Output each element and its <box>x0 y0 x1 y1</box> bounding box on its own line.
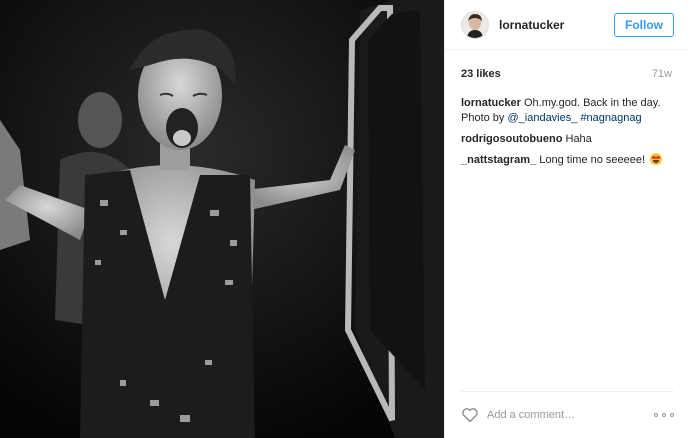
comment-footer <box>461 391 674 438</box>
post-meta: 23 likes 71w <box>461 68 672 80</box>
heart-icon[interactable] <box>461 407 479 423</box>
avatar[interactable] <box>461 10 489 39</box>
more-options-icon[interactable] <box>654 410 674 420</box>
post-header: lornatucker Follow <box>445 0 688 50</box>
heart-eyes-emoji-icon <box>650 153 663 165</box>
follow-button[interactable]: Follow <box>614 12 674 37</box>
add-comment-input[interactable] <box>487 409 654 421</box>
comments-list: lornatucker Oh.my.god. Back in the day. … <box>461 96 674 174</box>
instagram-post: lornatucker Follow 23 likes 71w lornatuc… <box>0 0 688 438</box>
post-author-username[interactable]: lornatucker <box>499 18 614 32</box>
comment-text: Haha <box>562 133 592 145</box>
likes-count[interactable]: 23 likes <box>461 68 501 80</box>
avatar-image <box>462 11 488 38</box>
caption-mention-link[interactable]: @_iandavies_ <box>507 112 577 124</box>
comment-username[interactable]: _nattstagram_ <box>461 154 536 166</box>
caption: lornatucker Oh.my.god. Back in the day. … <box>461 96 674 126</box>
caption-hashtag-link[interactable]: #nagnagnag <box>580 112 641 124</box>
post-sidebar: lornatucker Follow 23 likes 71w lornatuc… <box>444 0 688 438</box>
comment-item: rodrigosoutobueno Haha <box>461 132 674 147</box>
comment-text: Long time no seeeee! <box>536 154 649 166</box>
photo-image <box>0 0 444 438</box>
post-photo[interactable] <box>0 0 444 438</box>
post-age[interactable]: 71w <box>652 68 672 80</box>
comment-item: _nattstagram_ Long time no seeeee! <box>461 153 674 168</box>
comment-username[interactable]: rodrigosoutobueno <box>461 133 562 145</box>
caption-username[interactable]: lornatucker <box>461 97 521 109</box>
